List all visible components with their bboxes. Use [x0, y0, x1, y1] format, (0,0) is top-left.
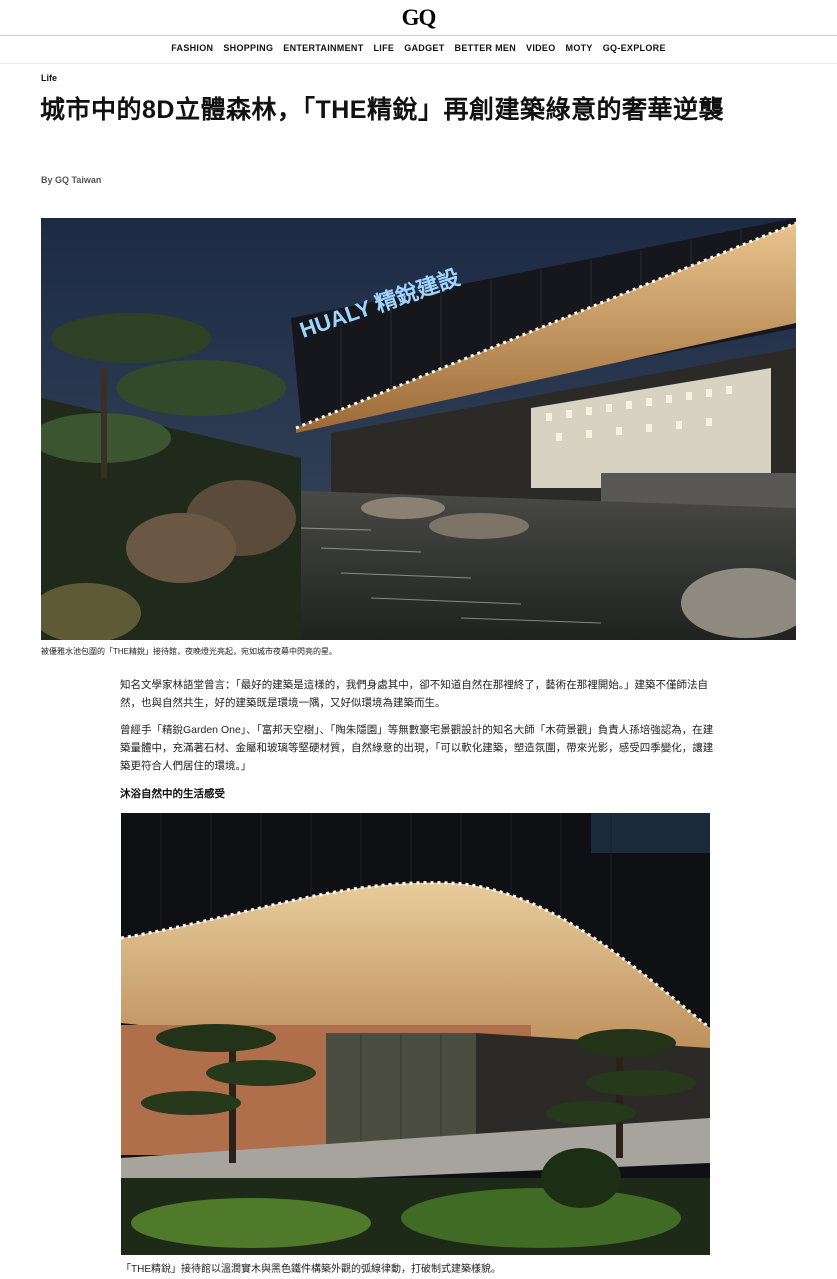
nav-item-fashion[interactable]: FASHION	[171, 43, 213, 53]
nav-item-video[interactable]: VIDEO	[526, 43, 556, 53]
image-caption: 「THE精銳」接待館以溫潤實木與黑色鐵件構築外觀的弧線律動，打破制式建築樣貌。	[121, 1264, 501, 1275]
header-divider	[0, 35, 837, 36]
article-paragraph: 曾經手「精銳Garden One」、「富邦天空樹」、「陶朱隱園」等無數豪宅景觀設…	[120, 724, 714, 772]
article-image-reception-pavilion: HUALY 精銳建設	[41, 218, 796, 640]
nav-item-better-men[interactable]: BETTER MEN	[455, 43, 517, 53]
nav-item-gadget[interactable]: GADGET	[404, 43, 444, 53]
gq-logo[interactable]: GQ	[0, 5, 837, 31]
nav-divider	[0, 63, 837, 64]
nav-item-gq-explore[interactable]: GQ-EXPLORE	[603, 43, 666, 53]
section-label[interactable]: Life	[41, 73, 57, 83]
article-byline[interactable]: By GQ Taiwan	[41, 175, 101, 185]
nav-item-entertainment[interactable]: ENTERTAINMENT	[283, 43, 363, 53]
article-image-curved-facade	[121, 813, 710, 1255]
article-subheading: 沐浴自然中的生活感受	[120, 788, 225, 800]
nav-item-shopping[interactable]: SHOPPING	[223, 43, 273, 53]
nav-item-life[interactable]: LIFE	[374, 43, 395, 53]
image-caption: 被優雅水池包圍的「THE精銳」接待館，夜晚燈光亮起，宛如城市夜幕中閃亮的星。	[41, 647, 337, 656]
nav-item-moty[interactable]: MOTY	[566, 43, 593, 53]
article-paragraph: 知名文學家林語堂曾言：「最好的建築是這樣的，我們身處其中，卻不知道自然在那裡終了…	[120, 679, 708, 709]
article-title: 城市中的8D立體森林，「THE精銳」再創建築綠意的奢華逆襲	[40, 96, 724, 124]
main-nav: FASHION SHOPPING ENTERTAINMENT LIFE GADG…	[0, 43, 837, 53]
